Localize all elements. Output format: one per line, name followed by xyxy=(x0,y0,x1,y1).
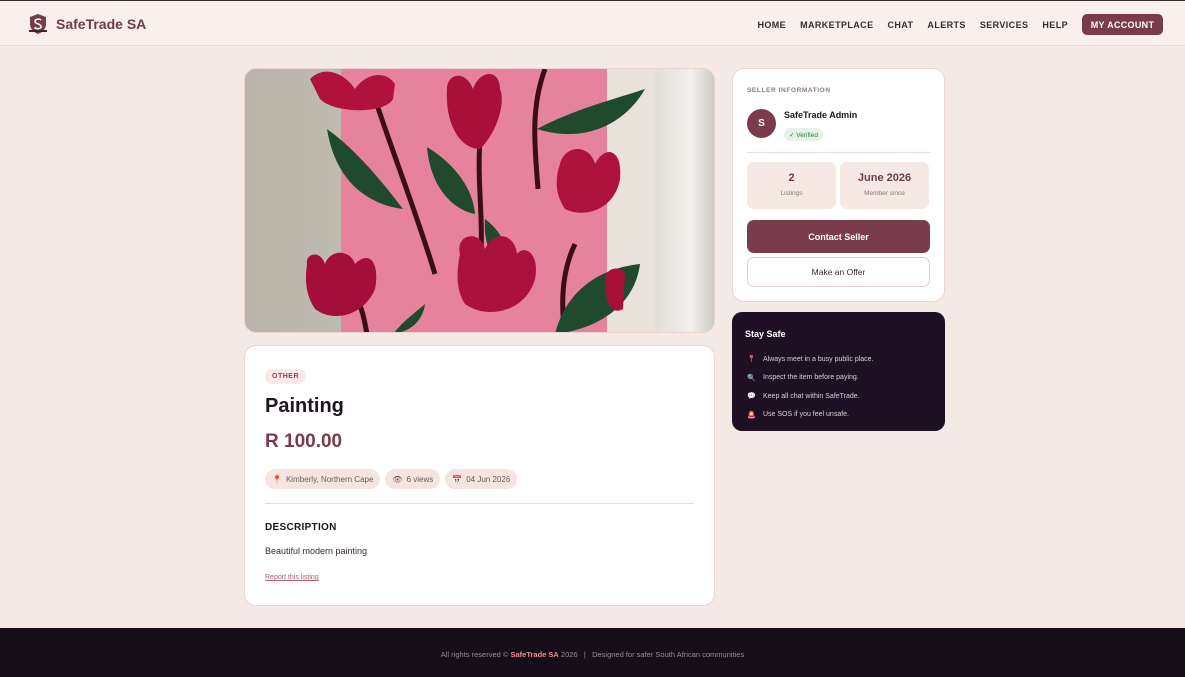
speech-bubble-icon: 💬 xyxy=(747,393,756,401)
brand[interactable]: SafeTrade SA xyxy=(27,13,146,35)
calendar-icon: 📅 xyxy=(452,474,463,484)
divider xyxy=(265,503,694,504)
nav-home[interactable]: HOME xyxy=(757,20,786,30)
nav-help[interactable]: HELP xyxy=(1042,20,1068,30)
listing-price: R 100.00 xyxy=(265,431,343,452)
map-pin-icon: 📍 xyxy=(747,356,756,364)
shield-logo-icon xyxy=(29,14,47,34)
footer-brand[interactable]: SafeTrade SA xyxy=(510,650,558,659)
date-text: 04 Jun 2026 xyxy=(466,474,511,484)
stay-safe-title: Stay Safe xyxy=(745,329,786,339)
nav-marketplace[interactable]: MARKETPLACE xyxy=(800,20,873,30)
listing-image[interactable] xyxy=(244,68,715,333)
make-offer-button[interactable]: Make an Offer xyxy=(747,257,930,287)
safety-tip: 📍 Always meet in a busy public place. xyxy=(747,350,874,369)
safety-tip: 🚨 Use SOS if you feel unsafe. xyxy=(747,406,874,425)
seller-name[interactable]: SafeTrade Admin xyxy=(784,110,857,120)
footer-prefix: All rights reserved © xyxy=(440,650,511,659)
listing-meta: 📍 Kimberly, Northern Cape 👁 6 views 📅 04… xyxy=(265,469,522,489)
safety-tip-text: Always meet in a busy public place. xyxy=(763,355,874,363)
footer-suffix: 2026 | Designed for safer South African … xyxy=(558,650,745,659)
eye-icon: 👁 xyxy=(392,474,403,484)
verified-badge: ✓ Verified xyxy=(784,128,823,141)
safety-tips-list: 📍 Always meet in a busy public place. 🔍 … xyxy=(747,350,874,424)
date-chip: 📅 04 Jun 2026 xyxy=(445,469,518,489)
description-text: Beautiful modern painting xyxy=(265,546,368,556)
siren-icon: 🚨 xyxy=(747,411,756,419)
member-since-value: June 2026 xyxy=(857,172,912,184)
seller-section-label: SELLER INFORMATION xyxy=(747,87,831,94)
listing-title: Painting xyxy=(265,395,344,417)
seller-info-card: SELLER INFORMATION S SafeTrade Admin ✓ V… xyxy=(732,68,945,302)
safety-tip: 🔍 Inspect the item before paying. xyxy=(747,369,874,388)
divider xyxy=(747,152,930,153)
safety-tip-text: Keep all chat within SafeTrade. xyxy=(763,392,860,400)
listings-stat: 2 Listings xyxy=(747,162,836,209)
painting-image xyxy=(245,69,714,332)
views-text: 6 views xyxy=(406,474,434,484)
footer-text: All rights reserved © SafeTrade SA 2026 … xyxy=(0,650,1185,659)
report-listing-link[interactable]: Report this listing xyxy=(265,574,319,581)
nav-services[interactable]: SERVICES xyxy=(980,20,1029,30)
safety-tip-text: Inspect the item before paying. xyxy=(763,374,859,382)
listings-count: 2 xyxy=(788,172,795,184)
contact-seller-button[interactable]: Contact Seller xyxy=(747,220,930,253)
member-since-stat: June 2026 Member since xyxy=(840,162,929,209)
location-chip: 📍 Kimberly, Northern Cape xyxy=(265,469,381,489)
safety-tip: 💬 Keep all chat within SafeTrade. xyxy=(747,387,874,406)
views-chip: 👁 6 views xyxy=(385,469,441,489)
main-nav: HOME MARKETPLACE CHAT ALERTS SERVICES HE… xyxy=(743,14,1163,35)
magnifier-icon: 🔍 xyxy=(747,374,756,382)
description-heading: DESCRIPTION xyxy=(265,522,337,533)
member-since-label: Member since xyxy=(864,190,905,197)
nav-alerts[interactable]: ALERTS xyxy=(927,20,965,30)
category-badge: OTHER xyxy=(265,369,306,384)
listings-label: Listings xyxy=(780,190,803,197)
safety-tip-text: Use SOS if you feel unsafe. xyxy=(763,411,849,419)
top-navbar: SafeTrade SA HOME MARKETPLACE CHAT ALERT… xyxy=(0,0,1185,46)
footer: All rights reserved © SafeTrade SA 2026 … xyxy=(0,628,1185,677)
nav-chat[interactable]: CHAT xyxy=(887,20,913,30)
location-text: Kimberly, Northern Cape xyxy=(285,474,374,484)
stay-safe-card: Stay Safe 📍 Always meet in a busy public… xyxy=(732,312,945,431)
map-pin-icon: 📍 xyxy=(272,474,282,484)
avatar[interactable]: S xyxy=(747,109,776,138)
my-account-button[interactable]: MY ACCOUNT xyxy=(1082,14,1163,35)
brand-name: SafeTrade SA xyxy=(56,16,147,32)
listing-details-card: OTHER Painting R 100.00 📍 Kimberly, Nort… xyxy=(244,345,715,606)
